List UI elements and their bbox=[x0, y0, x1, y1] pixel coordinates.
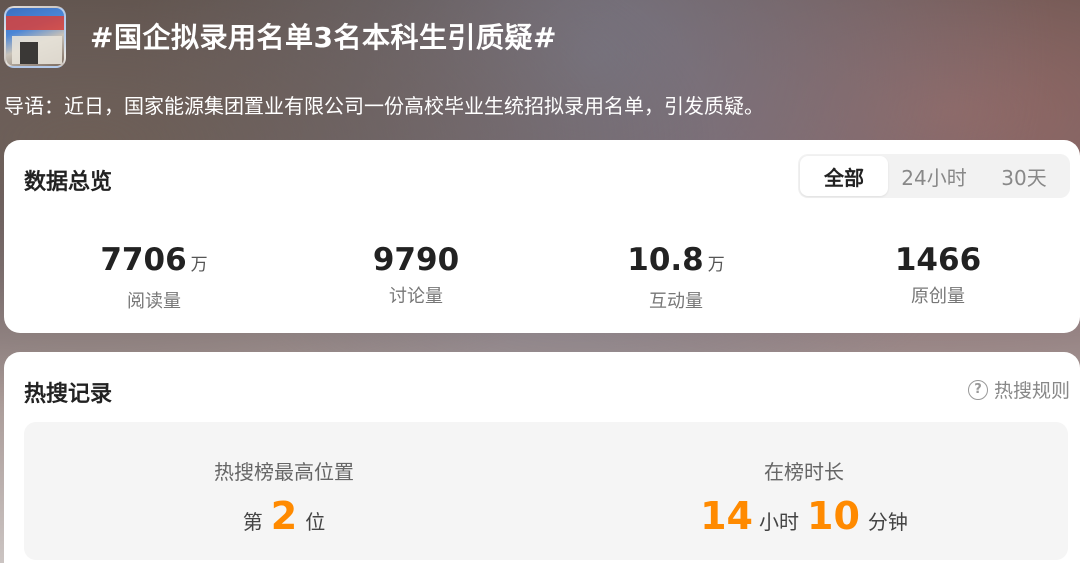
cover-banner-shape bbox=[6, 16, 64, 30]
hot-search-panel: 热搜榜最高位置 第 2 位 在榜时长 14 小时 10 分钟 bbox=[24, 422, 1068, 560]
topic-title: #国企拟录用名单3名本科生引质疑# bbox=[90, 21, 557, 54]
hot-search-rules-link[interactable]: ? 热搜规则 bbox=[967, 376, 1070, 403]
stat-reads-label: 阅读量 bbox=[127, 291, 181, 312]
stat-reads-unit: 万 bbox=[190, 255, 208, 275]
highest-rank-label: 热搜榜最高位置 bbox=[214, 460, 354, 484]
stat-discussions: 9790 讨论量 bbox=[316, 240, 516, 308]
stat-discussions-value-row: 9790 bbox=[316, 240, 516, 280]
topic-intro: 导语：近日，国家能源集团置业有限公司一份高校毕业生统招拟录用名单，引发质疑。 bbox=[4, 94, 764, 118]
stat-interactions-value-row: 10.8 万 bbox=[576, 240, 776, 285]
stat-discussions-value: 9790 bbox=[372, 242, 460, 278]
duration-value-row: 14 小时 10 分钟 bbox=[604, 496, 1004, 536]
rank-suffix: 位 bbox=[305, 510, 326, 534]
question-circle-icon: ? bbox=[967, 379, 988, 400]
stat-discussions-label: 讨论量 bbox=[389, 286, 443, 307]
overview-title: 数据总览 bbox=[24, 170, 113, 195]
duration-label: 在榜时长 bbox=[764, 460, 844, 484]
tab-all[interactable]: 全部 bbox=[800, 156, 888, 196]
duration-hours-unit: 小时 bbox=[759, 510, 799, 534]
overview-stats: 7706 万 阅读量 9790 讨论量 10.8 万 互动量 1466 原创量 bbox=[24, 240, 1064, 320]
hot-search-rules-label: 热搜规则 bbox=[993, 380, 1070, 402]
stat-originals-value: 1466 bbox=[894, 242, 982, 278]
stat-reads: 7706 万 阅读量 bbox=[54, 240, 254, 313]
tab-24h[interactable]: 24小时 bbox=[888, 156, 980, 196]
topic-cover-image[interactable] bbox=[4, 6, 66, 68]
stat-interactions-unit: 万 bbox=[707, 255, 725, 275]
tab-30d[interactable]: 30天 bbox=[980, 156, 1068, 196]
stat-originals: 1466 原创量 bbox=[838, 240, 1038, 308]
duration-minutes-unit: 分钟 bbox=[867, 510, 908, 534]
rank-number: 2 bbox=[270, 494, 298, 538]
stat-interactions: 10.8 万 互动量 bbox=[576, 240, 776, 313]
stat-reads-value: 7706 bbox=[100, 242, 187, 278]
stat-interactions-label: 互动量 bbox=[649, 291, 703, 312]
rank-prefix: 第 bbox=[242, 510, 263, 534]
cover-person-shape bbox=[20, 42, 38, 64]
time-range-tabs: 全部 24小时 30天 bbox=[798, 154, 1070, 198]
stat-originals-value-row: 1466 bbox=[838, 240, 1038, 280]
duration-hours: 14 bbox=[700, 494, 753, 538]
highest-rank-value-row: 第 2 位 bbox=[84, 496, 484, 536]
data-overview-card: 数据总览 全部 24小时 30天 7706 万 阅读量 9790 讨论量 10.8… bbox=[4, 140, 1080, 333]
hot-search-card: 热搜记录 ? 热搜规则 热搜榜最高位置 第 2 位 在榜时长 14 小时 10 … bbox=[4, 352, 1080, 563]
stat-originals-label: 原创量 bbox=[911, 286, 965, 307]
hot-search-title: 热搜记录 bbox=[24, 382, 113, 407]
stat-interactions-value: 10.8 bbox=[627, 242, 704, 278]
stat-reads-value-row: 7706 万 bbox=[54, 240, 254, 285]
duration-minutes: 10 bbox=[807, 494, 860, 538]
